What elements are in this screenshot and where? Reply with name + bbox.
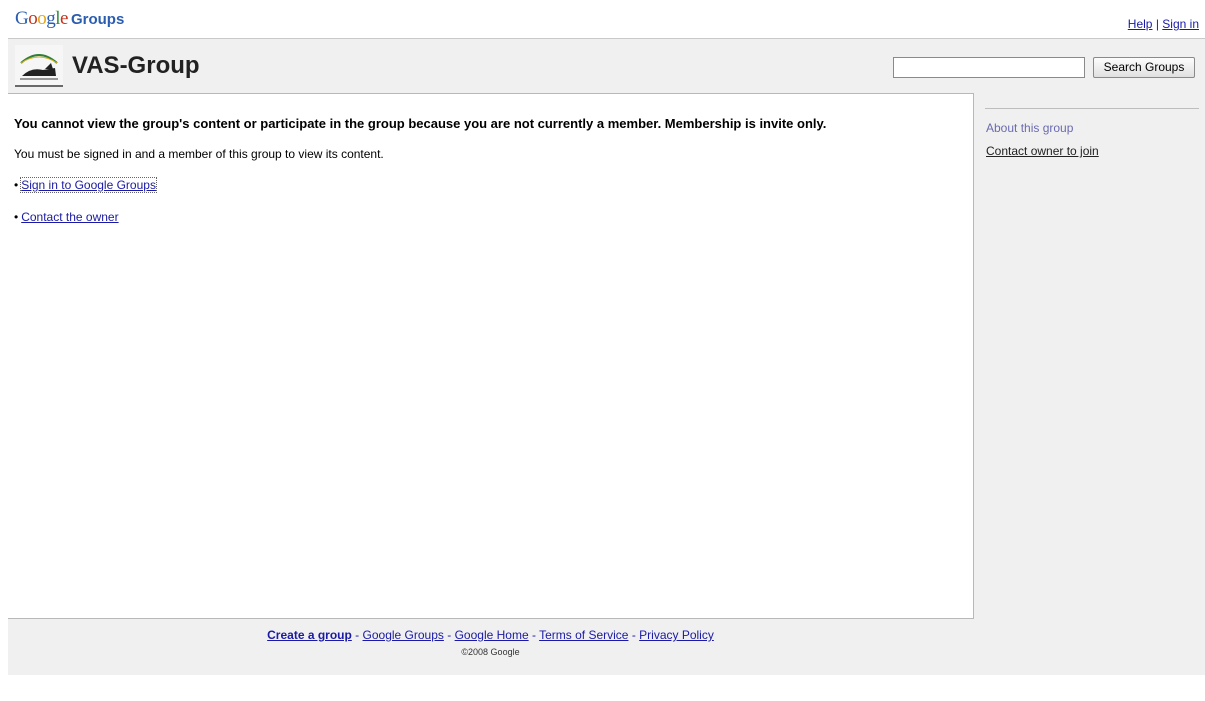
help-link[interactable]: Help [1128, 17, 1153, 31]
footer-separator: - [531, 628, 536, 642]
footer-links: Create a group - Google Groups - Google … [8, 628, 973, 642]
bullet: • [14, 210, 19, 224]
footer-separator: - [447, 628, 452, 642]
membership-message: You cannot view the group's content or p… [14, 116, 827, 131]
content-area: You cannot view the group's content or p… [8, 90, 1205, 675]
footer: Create a group - Google Groups - Google … [8, 628, 973, 657]
terms-of-service-link[interactable]: Terms of Service [539, 628, 628, 642]
google-groups-logo[interactable]: Google Groups [15, 8, 124, 30]
sidebar: About this group Contact owner to join [985, 108, 1199, 158]
google-home-link[interactable]: Google Home [455, 628, 529, 642]
copyright: ©2008 Google [461, 647, 520, 657]
contact-owner-link[interactable]: Contact the owner [21, 210, 118, 224]
signin-required-message: You must be signed in and a member of th… [14, 147, 384, 161]
bullet: • [14, 178, 19, 192]
footer-separator: - [631, 628, 636, 642]
list-item: • Contact the owner [14, 210, 119, 224]
group-header: VAS-Group Search Groups [8, 38, 1205, 91]
sign-in-link[interactable]: Sign in [1162, 17, 1199, 31]
list-item: • Sign in to Google Groups [14, 177, 157, 193]
search-groups-button[interactable]: Search Groups [1093, 57, 1195, 78]
google-wordmark: Google [15, 8, 68, 29]
search-input[interactable] [893, 57, 1085, 78]
top-links-separator: | [1155, 17, 1159, 31]
create-group-link[interactable]: Create a group [267, 628, 352, 642]
group-logo-icon [15, 45, 63, 87]
group-title: VAS-Group [72, 52, 200, 79]
groups-wordmark: Groups [70, 11, 125, 28]
top-bar: Google Groups Help | Sign in [8, 0, 1205, 38]
about-group-link[interactable]: About this group [986, 121, 1073, 135]
top-links: Help | Sign in [1128, 17, 1199, 31]
footer-separator: - [355, 628, 360, 642]
main-panel: You cannot view the group's content or p… [8, 93, 974, 619]
contact-owner-to-join-link[interactable]: Contact owner to join [986, 144, 1099, 158]
sign-in-to-groups-link[interactable]: Sign in to Google Groups [20, 177, 157, 193]
sidebar-divider [985, 108, 1199, 109]
google-groups-link[interactable]: Google Groups [363, 628, 444, 642]
privacy-policy-link[interactable]: Privacy Policy [639, 628, 714, 642]
